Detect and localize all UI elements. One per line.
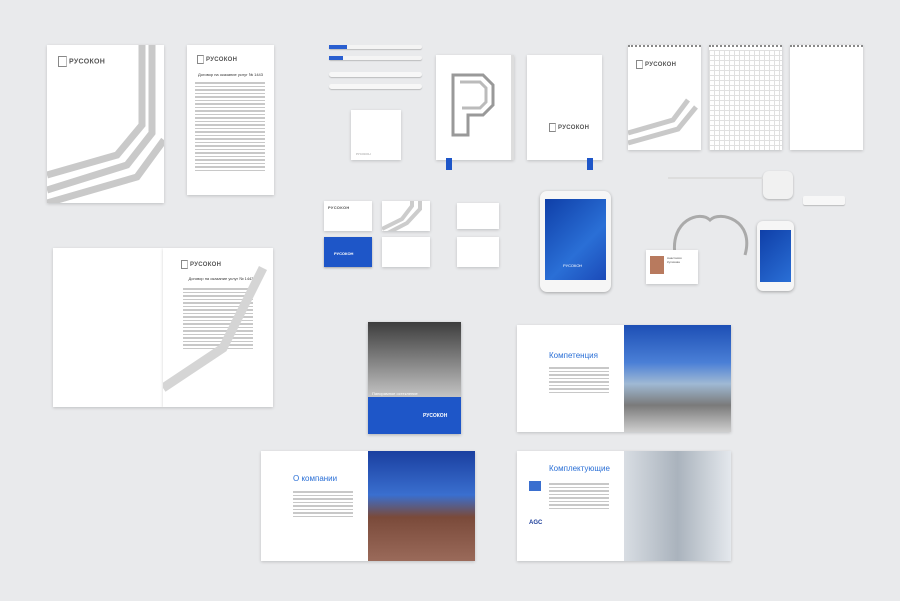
cover-band: РУСОКОН (368, 397, 461, 434)
cover-caption: Панорамное остекление (372, 391, 418, 396)
stripes-graphic (47, 45, 164, 203)
brand-mark-icon (197, 55, 204, 64)
contract-logo: РУСОКОН (197, 55, 237, 64)
tape-measure (763, 171, 793, 199)
folder-left (53, 248, 163, 407)
tablet: РУСОКОН (540, 191, 611, 292)
pen-1 (329, 72, 422, 77)
business-card-4 (457, 203, 499, 229)
phone-screen (760, 230, 791, 282)
note-logo: РУСОКОН (356, 152, 371, 156)
badge-name: Анастасия Куликова (667, 256, 682, 264)
competence-photo (624, 325, 731, 432)
card-1-logo: РУСОКОН (328, 205, 350, 210)
card-stripes (382, 201, 422, 231)
about-text (293, 489, 353, 519)
competence-text (549, 365, 609, 395)
business-card-5 (457, 237, 499, 267)
business-card-2 (382, 201, 430, 231)
components-text (549, 481, 609, 511)
contract-body (195, 80, 265, 173)
phone (757, 221, 794, 291)
notepad-stripes (628, 98, 698, 146)
business-card-3 (382, 237, 430, 267)
usb-stick (803, 196, 845, 205)
cover-logo: РУСОКОН (423, 413, 448, 419)
cover-photo (368, 322, 461, 397)
about-title: О компании (293, 474, 338, 483)
business-card-blue: РУСОКОН (324, 237, 372, 267)
brochure-competence: Компетенция (517, 325, 731, 432)
notebook-ribbon (446, 158, 452, 170)
brand-mark-icon (549, 123, 556, 132)
notebook-plain: РУСОКОН (527, 55, 602, 170)
business-card-1: РУСОКОН (324, 201, 372, 231)
folder-right: РУСОКОН Договор на оказание услуг № 1443 (163, 248, 273, 407)
brochure-components: Комплектующие AGC (517, 451, 731, 561)
tape-strip (668, 177, 763, 179)
components-photo (624, 451, 731, 561)
components-title: Комплектующие (549, 464, 610, 473)
badge-photo (650, 256, 664, 274)
notebook-logo (436, 55, 514, 170)
notepad-grid (709, 45, 782, 150)
notepad-1: РУСОКОН (628, 45, 701, 150)
pen-2 (329, 84, 422, 89)
id-badge: Анастасия Куликова (646, 250, 698, 284)
pencil-1 (329, 45, 422, 49)
folder-flap-stripes (163, 265, 268, 392)
notepad-3 (790, 45, 863, 150)
contract-letter: РУСОКОН Договор на оказание услуг № 1443 (187, 45, 274, 195)
letterhead-stripes: РУСОКОН (47, 45, 164, 203)
tablet-screen: РУСОКОН (545, 199, 606, 280)
contract-title: Договор на оказание услуг № 1443 (198, 72, 263, 77)
components-logo-icon (529, 481, 541, 491)
brand-r-emblem-icon (451, 73, 495, 137)
pencil-2 (329, 56, 422, 60)
notebook-plain-logo: РУСОКОН (549, 123, 589, 132)
competence-title: Компетенция (549, 351, 598, 360)
note-cube: РУСОКОН (351, 110, 401, 160)
card-blue-logo: РУСОКОН (334, 251, 354, 256)
brochure-about: О компании (261, 451, 475, 561)
about-photo (368, 451, 475, 561)
notebook-ribbon-2 (587, 158, 593, 170)
brochure-cover: Панорамное остекление РУСОКОН (368, 322, 461, 434)
agc-logo: AGC (529, 520, 543, 526)
tablet-logo: РУСОКОН (563, 263, 583, 268)
